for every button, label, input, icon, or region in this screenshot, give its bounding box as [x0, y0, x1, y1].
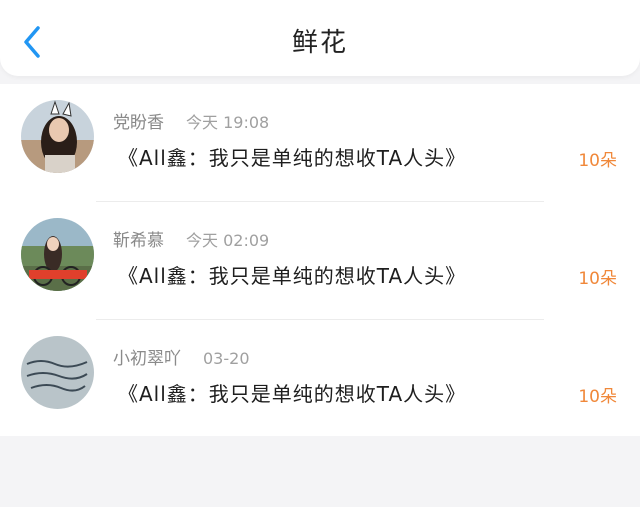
list-item[interactable]: 靳希慕 今天 02:09 《All鑫：我只是单纯的想收TA人头》 10朵: [0, 202, 640, 320]
list-item[interactable]: 小初翠吖 03-20 《All鑫：我只是单纯的想收TA人头》 10朵: [0, 320, 640, 438]
avatar[interactable]: [21, 100, 94, 173]
avatar[interactable]: [21, 218, 94, 291]
send-time: 今天 19:08: [186, 113, 270, 132]
book-title: 《All鑫：我只是单纯的想收TA人头》: [118, 382, 467, 406]
sender-name: 小初翠吖: [113, 349, 181, 369]
sender-name: 靳希慕: [113, 231, 164, 251]
flower-count: 10朵: [578, 269, 617, 289]
send-time: 03-20: [203, 349, 250, 368]
sender-line: 小初翠吖 03-20: [113, 344, 250, 369]
top-bar: 鲜花: [0, 0, 640, 76]
sender-line: 靳希慕 今天 02:09: [113, 226, 269, 251]
flower-count: 10朵: [578, 387, 617, 407]
send-time: 今天 02:09: [186, 231, 270, 250]
sender-name: 党盼香: [113, 113, 164, 133]
list-item[interactable]: 党盼香 今天 19:08 《All鑫：我只是单纯的想收TA人头》 10朵: [0, 84, 640, 202]
book-title: 《All鑫：我只是单纯的想收TA人头》: [118, 146, 467, 170]
page-title: 鲜花: [291, 28, 348, 58]
avatar[interactable]: [21, 336, 94, 409]
book-title: 《All鑫：我只是单纯的想收TA人头》: [118, 264, 467, 288]
flower-count: 10朵: [578, 151, 617, 171]
sender-line: 党盼香 今天 19:08: [113, 108, 269, 133]
flower-list: 党盼香 今天 19:08 《All鑫：我只是单纯的想收TA人头》 10朵 靳希慕 今…: [0, 84, 640, 436]
